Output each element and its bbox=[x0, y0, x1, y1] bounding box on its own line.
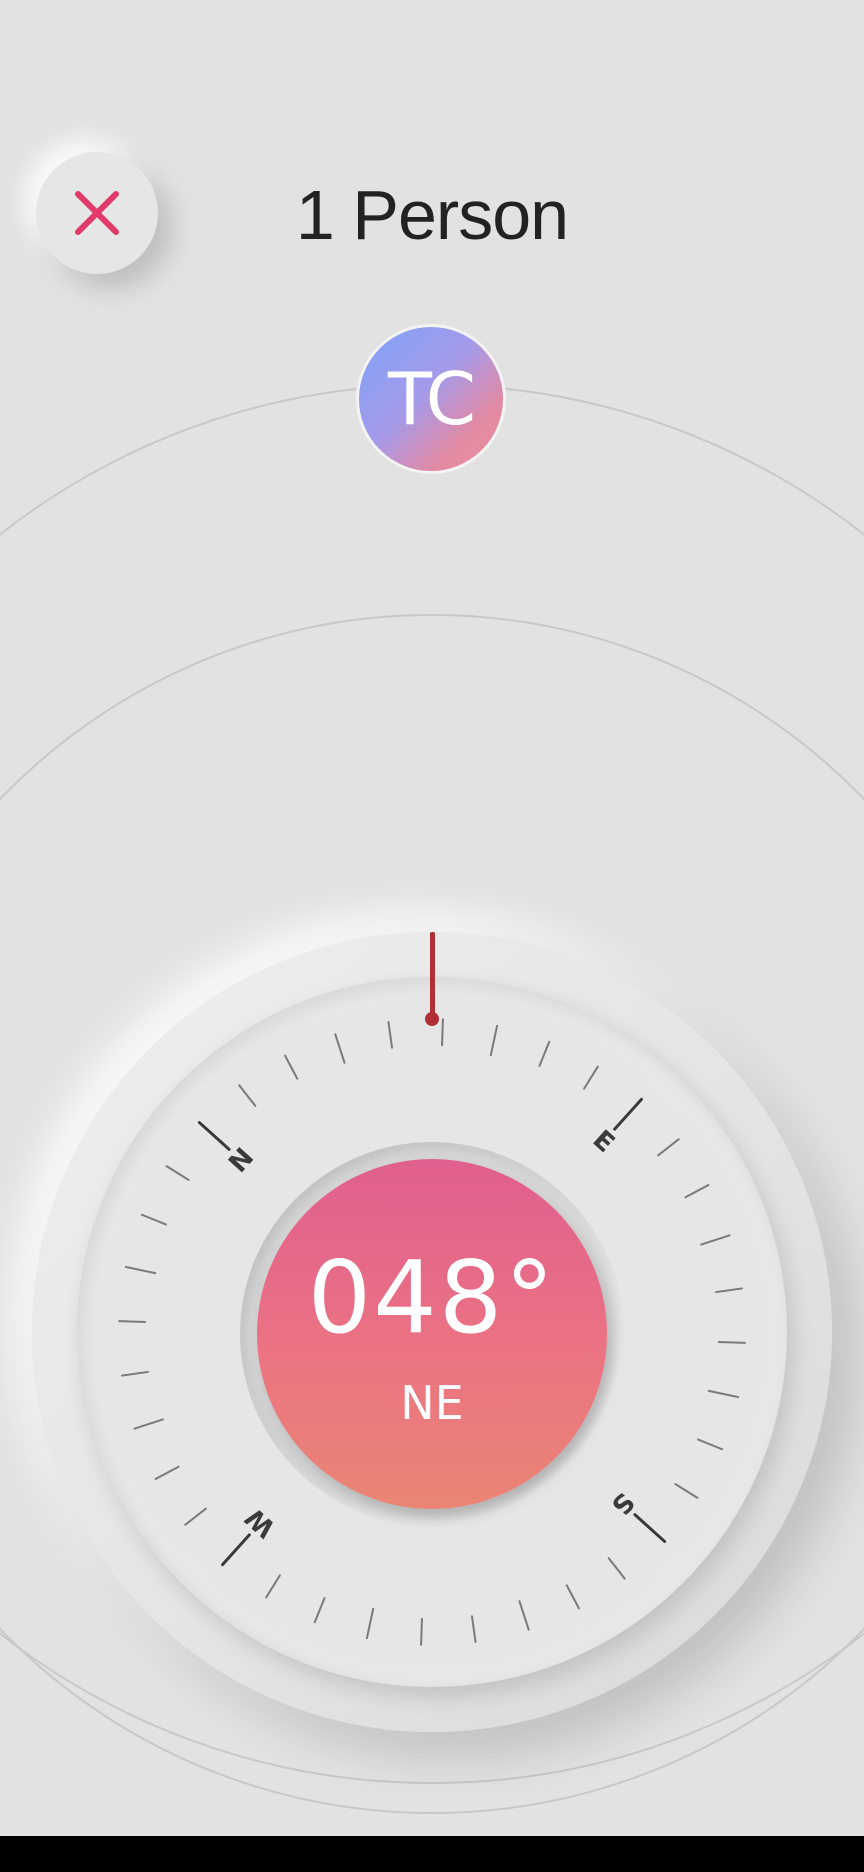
dial-tick bbox=[140, 1213, 167, 1226]
heading-well: 048° NE bbox=[240, 1142, 624, 1526]
dial-tick bbox=[607, 1557, 626, 1580]
cardinal-tick bbox=[221, 1533, 251, 1567]
dial-tick bbox=[707, 1389, 740, 1399]
heading-cardinal: NE bbox=[400, 1376, 464, 1430]
dial-tick bbox=[121, 1370, 149, 1377]
dial-tick bbox=[657, 1138, 680, 1157]
proximity-screen: 1 Person TC NESW 048° NE bbox=[0, 0, 864, 1836]
dial-tick bbox=[700, 1234, 731, 1246]
close-icon bbox=[75, 191, 119, 235]
dial-tick bbox=[118, 1320, 147, 1323]
dial-tick bbox=[565, 1584, 580, 1610]
dial-tick bbox=[265, 1574, 281, 1599]
heading-disc: 048° NE bbox=[257, 1159, 607, 1509]
heading-degrees: 048° bbox=[307, 1239, 557, 1356]
dial-tick bbox=[365, 1607, 375, 1640]
person-avatar[interactable]: TC bbox=[356, 324, 506, 474]
dial-tick bbox=[184, 1507, 207, 1526]
avatar-initials: TC bbox=[387, 357, 476, 441]
dial-tick bbox=[387, 1021, 394, 1049]
dial-tick bbox=[518, 1600, 530, 1631]
dial-tick bbox=[538, 1040, 551, 1067]
dial-tick bbox=[154, 1465, 180, 1480]
dial-tick bbox=[165, 1165, 190, 1181]
needle-line bbox=[429, 932, 435, 1020]
system-navigation-bar bbox=[0, 1836, 864, 1872]
needle-dot bbox=[425, 1012, 439, 1026]
dial-tick bbox=[684, 1184, 710, 1199]
dial-tick bbox=[133, 1418, 164, 1430]
page-title: 1 Person bbox=[295, 176, 569, 254]
dial-tick bbox=[489, 1024, 499, 1057]
dial-tick bbox=[715, 1287, 743, 1294]
dial-tick bbox=[238, 1084, 257, 1107]
dial-tick bbox=[313, 1597, 326, 1624]
dial-tick bbox=[583, 1065, 599, 1090]
cardinal-tick bbox=[613, 1097, 643, 1131]
dial-tick bbox=[420, 1617, 423, 1646]
dial-tick bbox=[284, 1054, 299, 1080]
dial-tick bbox=[697, 1438, 724, 1451]
cardinal-tick bbox=[197, 1121, 231, 1151]
dial-tick bbox=[674, 1483, 699, 1499]
dial-tick bbox=[470, 1615, 477, 1643]
dial-tick bbox=[441, 1018, 444, 1047]
close-button[interactable] bbox=[36, 152, 158, 274]
cardinal-tick bbox=[633, 1513, 667, 1543]
dial-tick bbox=[717, 1341, 746, 1344]
compass: NESW 048° NE bbox=[32, 932, 832, 1732]
dial-tick bbox=[124, 1265, 157, 1275]
dial-tick bbox=[334, 1033, 346, 1064]
